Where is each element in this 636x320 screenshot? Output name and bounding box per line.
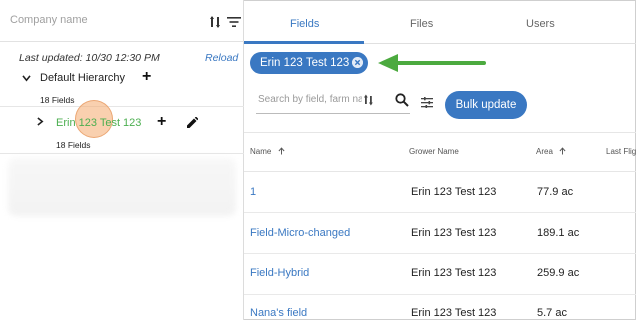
- filter-chip-label: Erin 123 Test 123: [260, 57, 350, 69]
- area-cell: 259.9 ac: [537, 267, 580, 279]
- active-tab-indicator: [244, 41, 364, 44]
- column-header-grower[interactable]: Grower Name: [409, 147, 459, 156]
- company-search-row: [0, 0, 244, 42]
- tab-files[interactable]: Files: [410, 18, 433, 30]
- tree-item-selected-row: [0, 106, 244, 154]
- area-cell: 77.9 ac: [537, 186, 574, 198]
- reload-link[interactable]: Reload: [205, 52, 238, 64]
- bulk-update-button[interactable]: Bulk update: [445, 91, 527, 119]
- area-cell: 189.1 ac: [537, 227, 580, 239]
- sort-icon[interactable]: [364, 94, 374, 106]
- field-name-link[interactable]: Field-Micro-changed: [250, 227, 350, 239]
- tree-item-count: 18 Fields: [40, 95, 75, 105]
- grower-name-cell: Erin 123 Test 123: [411, 186, 497, 198]
- area-cell: 5.7 ac: [537, 307, 567, 319]
- company-name-input[interactable]: [10, 14, 190, 26]
- hierarchy-sidebar: Last updated: 10/30 12:30 PM Reload Defa…: [0, 0, 244, 320]
- tab-users[interactable]: Users: [526, 18, 555, 30]
- add-icon[interactable]: +: [142, 69, 151, 85]
- field-search-box: [256, 88, 410, 114]
- tree-item-label-erin[interactable]: Erin 123 Test 123: [56, 117, 141, 129]
- field-name-link[interactable]: Nana's field: [250, 307, 307, 319]
- filter-list-icon[interactable]: [227, 17, 241, 27]
- grower-name-cell: Erin 123 Test 123: [411, 227, 497, 239]
- close-icon[interactable]: [352, 57, 363, 68]
- chevron-right-icon[interactable]: [37, 117, 44, 126]
- field-name-link[interactable]: Field-Hybrid: [250, 267, 309, 279]
- column-header-area[interactable]: Area: [536, 147, 566, 156]
- sort-icon[interactable]: [210, 15, 222, 29]
- tree-item-label: Default Hierarchy: [40, 72, 125, 84]
- grower-name-cell: Erin 123 Test 123: [411, 307, 497, 319]
- tree-item-count: 18 Fields: [56, 140, 91, 150]
- tab-fields[interactable]: Fields: [290, 18, 319, 30]
- search-icon[interactable]: [395, 93, 409, 107]
- grower-name-cell: Erin 123 Test 123: [411, 267, 497, 279]
- filter-chip[interactable]: Erin 123 Test 123: [250, 52, 368, 74]
- tree-item-default-hierarchy[interactable]: Default Hierarchy: [22, 72, 152, 86]
- sort-arrow-up-icon[interactable]: [559, 147, 566, 155]
- last-updated-text: Last updated: 10/30 12:30 PM: [19, 52, 160, 64]
- chevron-down-icon[interactable]: [22, 75, 31, 82]
- redacted-blurred-area: [8, 158, 236, 216]
- annotation-arrow-icon: [378, 54, 486, 72]
- column-header-name[interactable]: Name: [250, 147, 285, 156]
- tune-filter-icon[interactable]: [421, 97, 433, 108]
- field-name-link[interactable]: 1: [250, 186, 256, 198]
- column-header-label: Name: [250, 147, 272, 156]
- sort-arrow-up-icon[interactable]: [278, 147, 285, 155]
- column-header-label: Area: [536, 147, 553, 156]
- field-search-input[interactable]: [258, 94, 362, 105]
- add-icon[interactable]: +: [157, 114, 166, 130]
- column-header-last-flight[interactable]: Last Flig: [606, 147, 636, 156]
- edit-pencil-icon[interactable]: [186, 117, 198, 129]
